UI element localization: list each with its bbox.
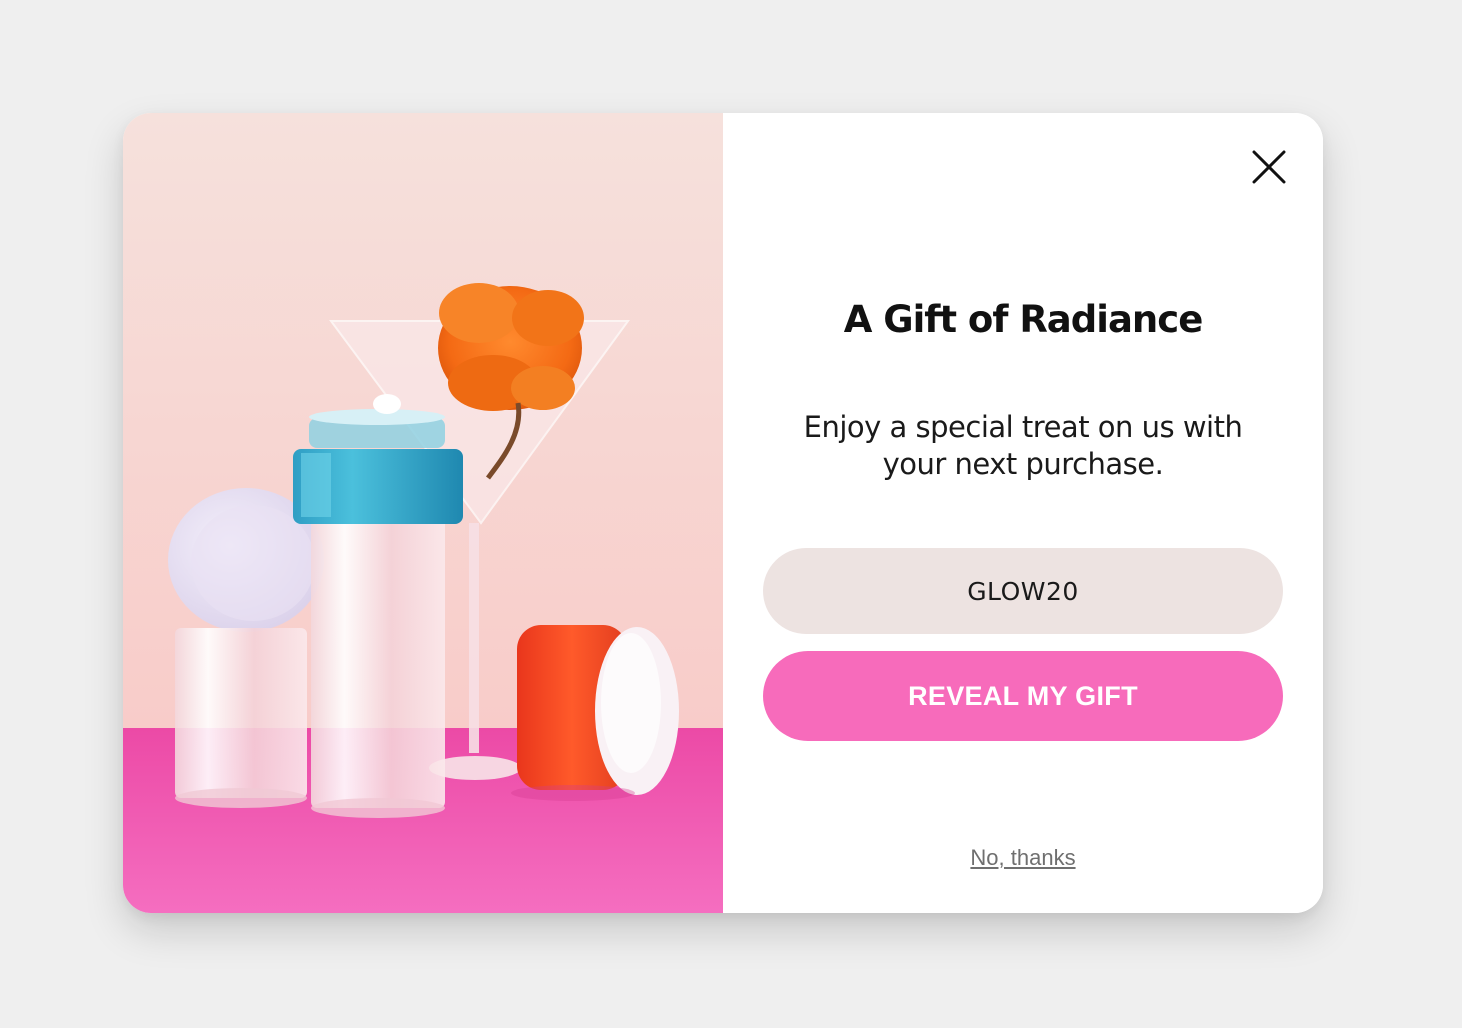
discount-code-field[interactable]: GLOW20: [763, 548, 1283, 634]
gift-popup-modal: A Gift of Radiance Enjoy a special treat…: [123, 113, 1323, 913]
product-image: [123, 113, 723, 913]
no-thanks-link[interactable]: No, thanks: [723, 845, 1323, 871]
close-icon: [1252, 150, 1286, 184]
popup-title: A Gift of Radiance: [843, 298, 1204, 341]
popup-content: A Gift of Radiance Enjoy a special treat…: [723, 113, 1323, 913]
reveal-gift-button[interactable]: REVEAL MY GIFT: [763, 651, 1283, 741]
close-button[interactable]: [1249, 147, 1289, 187]
popup-subtitle: Enjoy a special treat on us with your ne…: [803, 410, 1243, 481]
